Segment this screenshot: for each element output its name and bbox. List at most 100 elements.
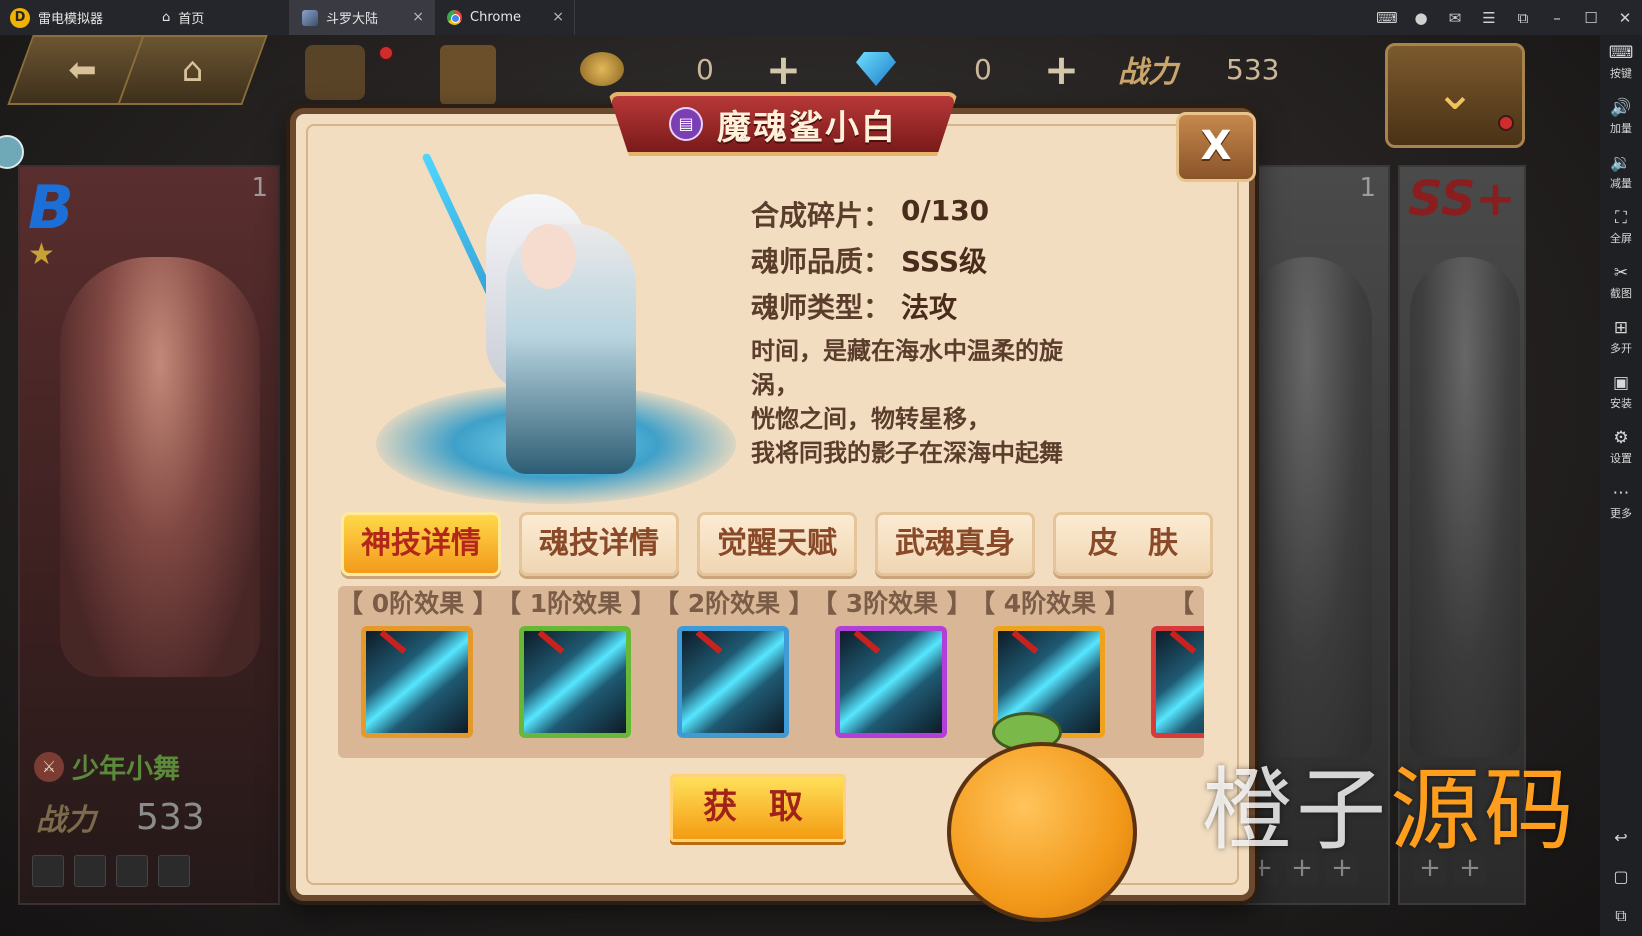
description-line: 恍惚之间，物转星移，	[751, 405, 991, 433]
description-line: 我将同我的影子在深海中起舞	[751, 439, 1063, 467]
tab-awakening[interactable]: 觉醒天赋	[697, 512, 857, 576]
detail-tabs: 神技详情 魂技详情 觉醒天赋 武魂真身 皮 肤	[341, 512, 1213, 576]
description-line: 时间，是藏在海水中温柔的旋	[751, 337, 1063, 365]
hero-name-row: ⚔ 少年小舞	[34, 747, 180, 786]
tab-douluo-label: 斗罗大陆	[326, 12, 379, 27]
skill-effects-panel[interactable]: 【 0阶效果 】 【 1阶效果 】 【 2阶效果 】 【 3阶效果 】 【 4阶…	[338, 586, 1204, 758]
tab-close-icon[interactable]: ×	[552, 9, 564, 25]
tab-skin[interactable]: 皮 肤	[1053, 512, 1213, 576]
add-slot[interactable]: +	[1454, 853, 1486, 885]
dialog-title-banner: ▤ 魔魂鲨小白	[608, 92, 958, 156]
skill-tier-5-icon[interactable]	[1151, 626, 1204, 738]
equipment-slot[interactable]	[158, 855, 190, 887]
equipment-slot[interactable]	[116, 855, 148, 887]
fullscreen-icon: ⛶	[1615, 208, 1627, 228]
hero-card[interactable]: B 1 ★ ⚔ 少年小舞 战力 533	[18, 165, 280, 905]
restore-icon[interactable]: ⧉	[1506, 9, 1540, 27]
home-button[interactable]: ⌂	[117, 35, 268, 105]
skill-tier-4-icon[interactable]	[993, 626, 1105, 738]
obtain-button[interactable]: 获 取	[670, 774, 846, 842]
info-row-quality: 魂师品质： SSS级	[751, 240, 989, 286]
sidebar-item-install[interactable]: ▣ 安装	[1600, 365, 1642, 420]
account-icon[interactable]: ●	[1404, 9, 1438, 27]
tab-soul-skill[interactable]: 魂技详情	[519, 512, 679, 576]
add-slot[interactable]: +	[1326, 853, 1358, 885]
sidebar-nav-buttons: ↩ ▢ ⧉	[1600, 828, 1642, 926]
info-row-fragments: 合成碎片： 0/130	[751, 194, 989, 240]
skill-tier-1-icon[interactable]	[519, 626, 631, 738]
hero-description: 时间，是藏在海水中温柔的旋 涡， 恍惚之间，物转星移， 我将同我的影子在深海中起…	[751, 334, 1121, 470]
collapse-menu-button[interactable]: ⌄	[1385, 43, 1525, 148]
maximize-icon[interactable]: ☐	[1574, 9, 1608, 27]
sidebar-item-label: 设置	[1610, 452, 1632, 465]
sidebar-item-volume-up[interactable]: 🔊 加量	[1600, 90, 1642, 145]
tab-home[interactable]: ⌂ 首页	[150, 0, 290, 35]
grade-badge: SS+	[1408, 171, 1516, 227]
sidebar-item-fullscreen[interactable]: ⛶ 全屏	[1600, 200, 1642, 255]
tab-martial-soul[interactable]: 武魂真身	[875, 512, 1035, 576]
sidebar-item-settings[interactable]: ⚙ 设置	[1600, 420, 1642, 475]
back-nav-icon[interactable]: ↩	[1614, 828, 1627, 847]
info-key: 魂师类型：	[751, 291, 892, 324]
diamond-icon	[856, 52, 896, 86]
equipment-slot[interactable]	[74, 855, 106, 887]
info-value: 法攻	[901, 291, 958, 324]
effect-header: 【 3阶效果 】	[812, 589, 972, 618]
hero-card[interactable]: SS+ + +	[1398, 165, 1526, 905]
multi-instance-icon: ⊞	[1613, 318, 1629, 338]
description-line: 涡，	[751, 371, 799, 399]
power-label: 战力	[1118, 55, 1178, 90]
volume-up-icon: 🔊	[1610, 98, 1632, 118]
add-slot[interactable]: +	[1286, 853, 1318, 885]
side-float-icon[interactable]	[0, 135, 24, 169]
sidebar-item-more[interactable]: ⋯ 更多	[1600, 475, 1642, 530]
hero-name: 少年小舞	[72, 754, 180, 785]
effect-icons	[338, 626, 1204, 738]
sidebar-item-keys[interactable]: ⌨ 按键	[1600, 35, 1642, 90]
dialog-title: 魔魂鲨小白	[717, 107, 897, 148]
info-value: 0/130	[901, 194, 990, 227]
add-gem-button[interactable]: +	[1044, 45, 1079, 94]
sidebar-item-multi[interactable]: ⊞ 多开	[1600, 310, 1642, 365]
mail-icon[interactable]: ✉	[1438, 9, 1472, 27]
skill-tier-3-icon[interactable]	[835, 626, 947, 738]
minimize-icon[interactable]: –	[1540, 9, 1574, 27]
grade-badge: B	[28, 173, 74, 243]
add-slot[interactable]: +	[1414, 853, 1446, 885]
equipment-slot[interactable]	[32, 855, 64, 887]
info-key: 魂师品质：	[751, 245, 892, 278]
scroll-icon[interactable]	[440, 45, 496, 105]
app-logo: D 雷电模拟器	[0, 7, 150, 28]
quest-book-icon[interactable]	[305, 45, 365, 100]
equipment-row	[32, 855, 190, 887]
home-nav-icon[interactable]: ▢	[1613, 867, 1628, 886]
close-button[interactable]: X	[1176, 112, 1256, 182]
power-resource: 战力 533	[1118, 49, 1279, 91]
game-tab-icon	[302, 9, 318, 26]
gem-resource: 0 +	[856, 45, 1079, 94]
skill-tier-0-icon[interactable]	[361, 626, 473, 738]
gamepad-icon[interactable]: ⌨	[1370, 9, 1404, 27]
tab-chrome[interactable]: Chrome ×	[435, 0, 575, 35]
chrome-icon	[447, 10, 462, 25]
close-window-icon[interactable]: ✕	[1608, 9, 1642, 27]
menu-icon[interactable]: ☰	[1472, 9, 1506, 27]
add-coin-button[interactable]: +	[766, 45, 801, 94]
sidebar-item-label: 安装	[1610, 397, 1632, 410]
class-badge-icon: ⚔	[34, 751, 64, 782]
more-icon: ⋯	[1612, 483, 1630, 503]
hero-count: 1	[1359, 173, 1376, 203]
sidebar-item-label: 加量	[1610, 122, 1632, 135]
sidebar-item-volume-down[interactable]: 🔉 减量	[1600, 145, 1642, 200]
coin-resource: 0 +	[580, 45, 801, 94]
sidebar-item-screenshot[interactable]: ✂ 截图	[1600, 255, 1642, 310]
recent-apps-icon[interactable]: ⧉	[1615, 906, 1626, 926]
tab-close-icon[interactable]: ×	[412, 9, 424, 25]
info-row-type: 魂师类型： 法攻	[751, 286, 989, 332]
tab-douluo[interactable]: 斗罗大陆 ×	[290, 0, 435, 35]
hero-portrait	[1242, 257, 1372, 757]
window-controls: ⌨ ● ✉ ☰ ⧉ – ☐ ✕	[1370, 0, 1642, 35]
tab-divine-skill[interactable]: 神技详情	[341, 512, 501, 576]
house-icon: ⌂	[181, 50, 204, 90]
skill-tier-2-icon[interactable]	[677, 626, 789, 738]
